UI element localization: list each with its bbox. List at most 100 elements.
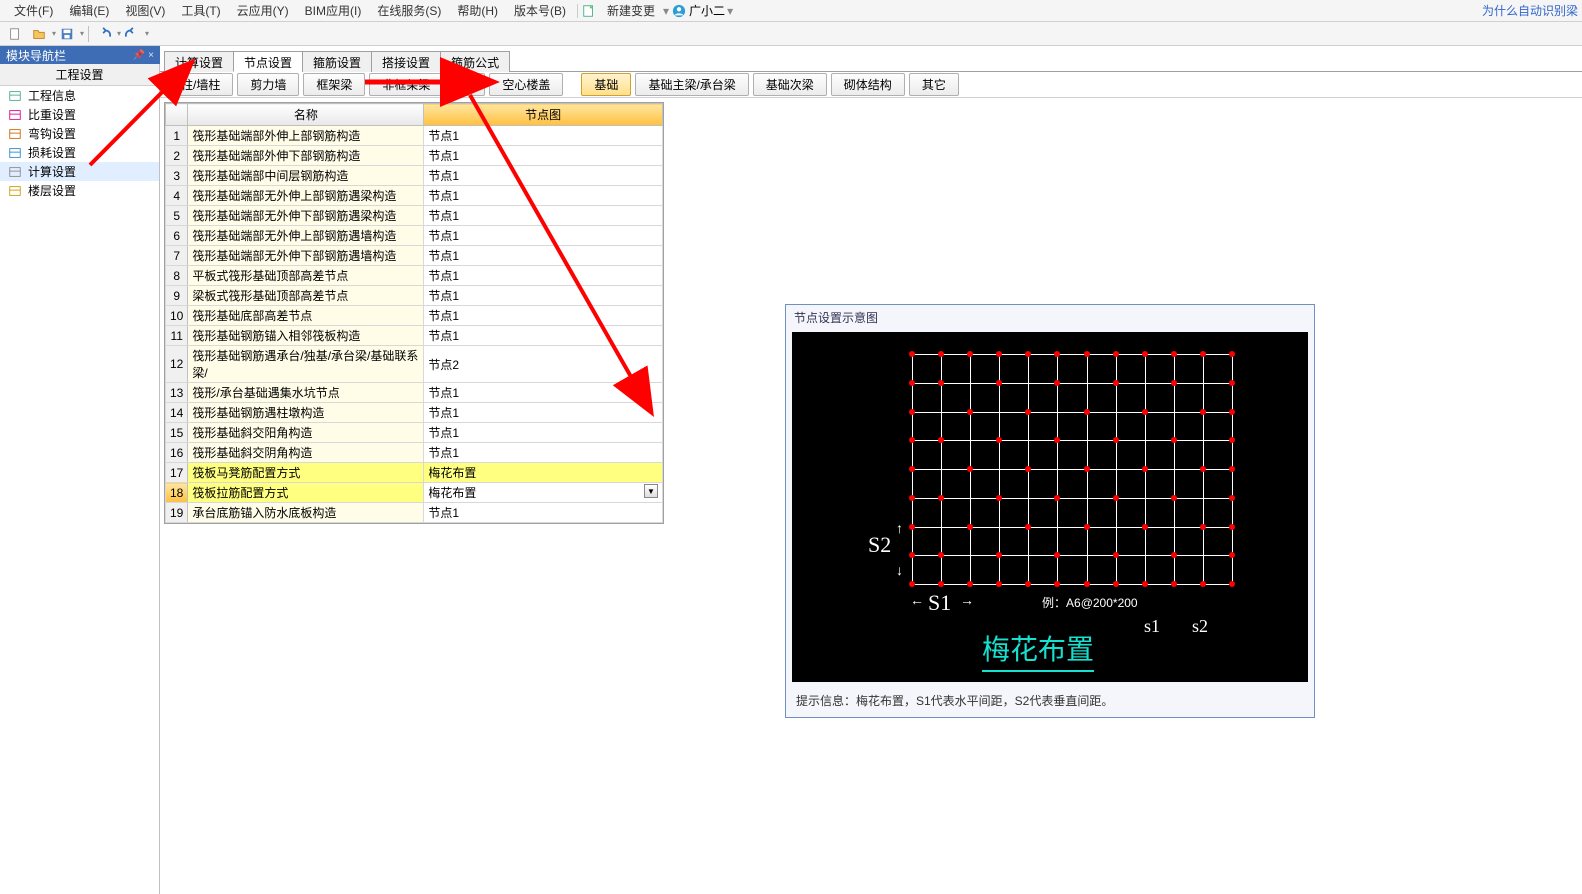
table-row[interactable]: 8平板式筏形基础顶部高差节点节点1 <box>166 266 663 286</box>
row-value[interactable]: 节点1 <box>424 326 663 346</box>
label-example: 例：A6@200*200 <box>1042 590 1138 613</box>
table-row[interactable]: 10筏形基础底部高差节点节点1 <box>166 306 663 326</box>
save-button[interactable] <box>56 24 78 44</box>
nav-item-icon <box>8 184 24 198</box>
table-row[interactable]: 18筏板拉筋配置方式梅花布置▼ <box>166 483 663 503</box>
table-row[interactable]: 6筏形基础端部无外伸上部钢筋遇墙构造节点1 <box>166 226 663 246</box>
open-button[interactable] <box>28 24 50 44</box>
row-value[interactable]: 节点1 <box>424 443 663 463</box>
row-name: 筏形/承台基础遇集水坑节点 <box>188 383 424 403</box>
nav-item-3[interactable]: 损耗设置 <box>0 143 159 162</box>
row-value[interactable]: 节点1 <box>424 403 663 423</box>
menu-newchange[interactable]: 新建变更 <box>599 0 663 21</box>
row-value[interactable]: 节点1 <box>424 146 663 166</box>
row-name: 筏形基础端部外伸下部钢筋构造 <box>188 146 424 166</box>
table-row[interactable]: 15筏形基础斜交阳角构造节点1 <box>166 423 663 443</box>
category-btn-1[interactable]: 剪力墙 <box>237 73 299 96</box>
row-value[interactable]: 节点1 <box>424 503 663 523</box>
row-value[interactable]: 节点1 <box>424 206 663 226</box>
table-row[interactable]: 19承台底筋锚入防水底板构造节点1 <box>166 503 663 523</box>
nav-item-4[interactable]: 计算设置 <box>0 162 159 181</box>
table-row[interactable]: 3筏形基础端部中间层钢筋构造节点1 <box>166 166 663 186</box>
row-value[interactable]: 节点2 <box>424 346 663 383</box>
category-btn-6[interactable]: 基础 <box>581 73 631 96</box>
redo-button[interactable] <box>121 24 143 44</box>
dropdown-icon[interactable]: ▼ <box>644 484 658 498</box>
menu-online[interactable]: 在线服务(S) <box>369 0 449 21</box>
table-row[interactable]: 11筏形基础钢筋锚入相邻筏板构造节点1 <box>166 326 663 346</box>
table-row[interactable]: 4筏形基础端部无外伸上部钢筋遇梁构造节点1 <box>166 186 663 206</box>
pin-icon[interactable]: 📌 × <box>133 50 154 61</box>
category-btn-5[interactable]: 空心楼盖 <box>489 73 563 96</box>
user-icon <box>671 3 687 19</box>
table-row[interactable]: 17筏板马凳筋配置方式梅花布置 <box>166 463 663 483</box>
row-value[interactable]: 梅花布置 <box>424 463 663 483</box>
col-diagram[interactable]: 节点图 <box>424 104 663 126</box>
col-name[interactable]: 名称 <box>188 104 424 126</box>
row-value[interactable]: 梅花布置▼ <box>424 483 663 503</box>
nav-item-0[interactable]: 工程信息 <box>0 86 159 105</box>
table-row[interactable]: 14筏形基础钢筋遇柱墩构造节点1 <box>166 403 663 423</box>
menu-view[interactable]: 视图(V) <box>117 0 173 21</box>
row-value[interactable]: 节点1 <box>424 226 663 246</box>
table-row[interactable]: 2筏形基础端部外伸下部钢筋构造节点1 <box>166 146 663 166</box>
settings-tab-0[interactable]: 计算设置 <box>164 51 234 72</box>
settings-tab-1[interactable]: 节点设置 <box>233 51 303 72</box>
category-btn-8[interactable]: 基础次梁 <box>753 73 827 96</box>
category-btn-9[interactable]: 砌体结构 <box>831 73 905 96</box>
table-row[interactable]: 13筏形/承台基础遇集水坑节点节点1 <box>166 383 663 403</box>
nav-panel-title-text: 模块导航栏 <box>6 47 66 64</box>
row-value[interactable]: 节点1 <box>424 186 663 206</box>
menu-file[interactable]: 文件(F) <box>6 0 61 21</box>
row-number: 11 <box>166 326 188 346</box>
row-value[interactable]: 节点1 <box>424 246 663 266</box>
table-row[interactable]: 7筏形基础端部无外伸下部钢筋遇墙构造节点1 <box>166 246 663 266</box>
row-value[interactable]: 节点1 <box>424 383 663 403</box>
toolbar: ▾ ▾ ▾ ▾ <box>0 22 1582 46</box>
settings-tab-2[interactable]: 箍筋设置 <box>302 51 372 72</box>
row-number: 17 <box>166 463 188 483</box>
menu-cloud[interactable]: 云应用(Y) <box>229 0 297 21</box>
category-btn-0[interactable]: 柱/墙柱 <box>168 73 233 96</box>
nav-item-1[interactable]: 比重设置 <box>0 105 159 124</box>
settings-tabs: 计算设置节点设置箍筋设置搭接设置箍筋公式 <box>160 50 1582 72</box>
menu-help[interactable]: 帮助(H) <box>449 0 506 21</box>
menu-tool[interactable]: 工具(T) <box>173 0 228 21</box>
row-name: 筏形基础钢筋锚入相邻筏板构造 <box>188 326 424 346</box>
row-name: 筏形基础斜交阴角构造 <box>188 443 424 463</box>
settings-tab-3[interactable]: 搭接设置 <box>371 51 441 72</box>
row-value[interactable]: 节点1 <box>424 166 663 186</box>
table-row[interactable]: 1筏形基础端部外伸上部钢筋构造节点1 <box>166 126 663 146</box>
category-btn-2[interactable]: 框架梁 <box>303 73 365 96</box>
menu-bar: 文件(F) 编辑(E) 视图(V) 工具(T) 云应用(Y) BIM应用(I) … <box>0 0 1582 22</box>
nav-item-2[interactable]: 弯钩设置 <box>0 124 159 143</box>
nav-item-5[interactable]: 楼层设置 <box>0 181 159 200</box>
row-value[interactable]: 节点1 <box>424 286 663 306</box>
menu-edit[interactable]: 编辑(E) <box>61 0 117 21</box>
row-value[interactable]: 节点1 <box>424 126 663 146</box>
user-menu[interactable]: 广小二 ▾ <box>671 2 733 19</box>
nav-item-label: 工程信息 <box>28 87 76 104</box>
new-button[interactable] <box>4 24 26 44</box>
row-value[interactable]: 节点1 <box>424 423 663 443</box>
table-row[interactable]: 9梁板式筏形基础顶部高差节点节点1 <box>166 286 663 306</box>
nav-item-label: 损耗设置 <box>28 144 76 161</box>
table-row[interactable]: 5筏形基础端部无外伸下部钢筋遇梁构造节点1 <box>166 206 663 226</box>
nav-item-icon <box>8 127 24 141</box>
category-btn-7[interactable]: 基础主梁/承台梁 <box>635 73 748 96</box>
top-help-link[interactable]: 为什么自动识别梁 <box>1482 2 1578 19</box>
table-row[interactable]: 16筏形基础斜交阴角构造节点1 <box>166 443 663 463</box>
menu-version[interactable]: 版本号(B) <box>506 0 574 21</box>
row-value[interactable]: 节点1 <box>424 266 663 286</box>
newchange-icon <box>581 3 597 19</box>
table-row[interactable]: 12筏形基础钢筋遇承台/独基/承台梁/基础联系梁/节点2 <box>166 346 663 383</box>
category-btn-3[interactable]: 非框架梁 <box>369 73 443 96</box>
menu-bim[interactable]: BIM应用(I) <box>297 0 370 21</box>
category-btn-4[interactable]: 板 <box>447 73 485 96</box>
settings-tab-4[interactable]: 箍筋公式 <box>440 51 510 72</box>
category-btn-10[interactable]: 其它 <box>909 73 959 96</box>
row-name: 梁板式筏形基础顶部高差节点 <box>188 286 424 306</box>
row-value[interactable]: 节点1 <box>424 306 663 326</box>
undo-button[interactable] <box>93 24 115 44</box>
nav-item-label: 楼层设置 <box>28 182 76 199</box>
